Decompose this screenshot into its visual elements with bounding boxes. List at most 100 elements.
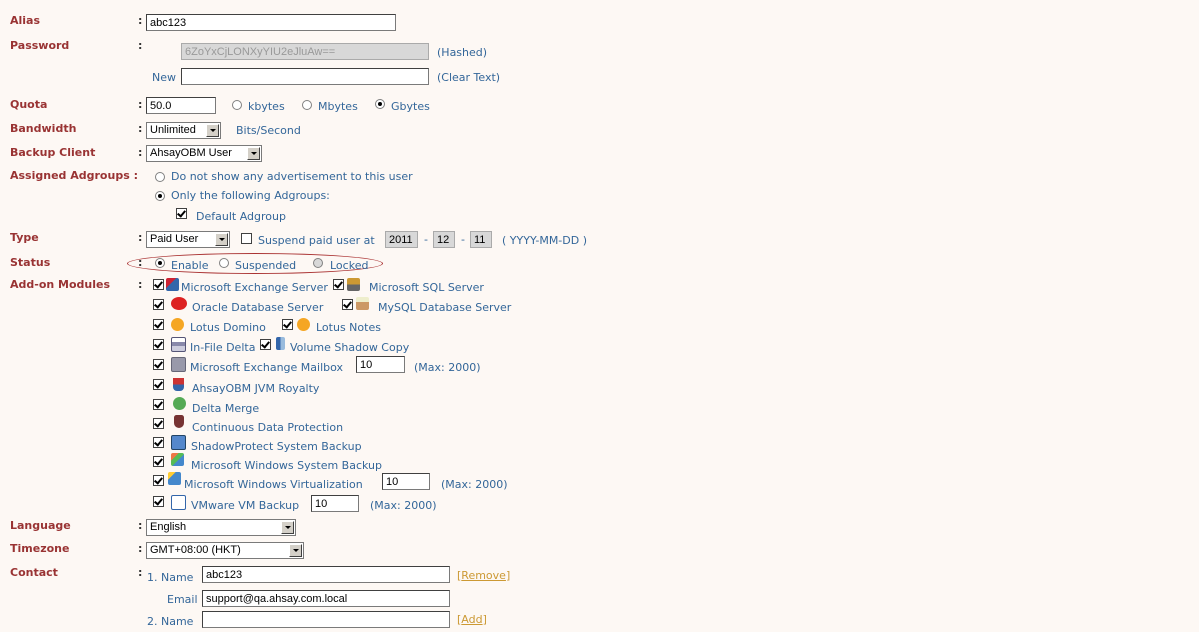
clear-text-note: (Clear Text) [437,71,501,84]
new-password-label: New [152,71,176,84]
adgroups-none-label: Do not show any advertisement to this us… [171,170,413,183]
chevron-down-icon [289,544,302,557]
module-vss-label: Volume Shadow Copy [290,341,410,354]
module-jvm-royalty-checkbox[interactable] [153,379,164,390]
contact-2-name-input[interactable] [202,611,450,628]
suspend-year-input[interactable]: 2011 [385,231,418,248]
status-locked-radio[interactable] [313,258,323,268]
suspend-month-input[interactable]: 12 [433,231,455,248]
contact-1-name-label: 1. Name [147,571,194,584]
bandwidth-select-value: Unlimited [150,124,196,136]
quota-unit-gbytes-radio[interactable] [375,99,385,109]
date-separator: - [461,233,465,246]
quota-unit-kbytes-label: kbytes [248,100,285,113]
status-suspended-radio[interactable] [219,258,229,268]
hyperv-count-input[interactable]: 10 [382,473,430,490]
status-label: Status [10,256,51,269]
alias-input[interactable]: abc123 [146,14,396,31]
backup-client-select-value: AhsayOBM User [150,147,232,159]
bracket: ] [482,613,487,626]
new-password-input[interactable] [181,68,429,85]
suspend-paid-checkbox[interactable] [241,233,252,244]
module-cdp-checkbox[interactable] [153,418,164,429]
module-mysql-label: MySQL Database Server [378,301,512,314]
chevron-down-icon [281,521,294,534]
module-oracle-checkbox[interactable] [153,299,164,310]
quota-unit-mbytes-label: Mbytes [318,100,358,113]
default-adgroup-checkbox[interactable] [176,208,187,219]
module-infile-delta-checkbox[interactable] [153,339,164,350]
bandwidth-unit: Bits/Second [236,124,301,137]
module-vss-checkbox[interactable] [260,339,271,350]
shadow-copy-icon [276,337,285,350]
quota-unit-gbytes-label: Gbytes [391,100,430,113]
module-delta-merge-label: Delta Merge [192,402,260,415]
contact-1-remove[interactable]: [Remove] [457,569,510,582]
colon: : [138,98,143,111]
contact-2-name-label: 2. Name [147,615,194,628]
quota-unit-kbytes-radio[interactable] [232,100,242,110]
vmware-count-input[interactable]: 10 [311,495,359,512]
oracle-icon [171,297,187,310]
addon-modules-label: Add-on Modules [10,278,111,291]
module-exchange-label: Microsoft Exchange Server [181,281,328,294]
colon: : [138,14,143,27]
type-label: Type [10,231,39,244]
timezone-label: Timezone [10,542,70,555]
module-mysql-checkbox[interactable] [342,299,353,310]
lotus-notes-icon [297,318,310,331]
java-icon [173,378,184,391]
module-cdp-label: Continuous Data Protection [192,421,344,434]
status-enable-label: Enable [171,259,209,272]
contact-1-name-input[interactable]: abc123 [202,566,450,583]
backup-client-select[interactable]: AhsayOBM User [146,145,262,162]
windows-backup-icon [171,453,184,466]
quota-input[interactable]: 50.0 [146,97,216,114]
date-separator: - [424,233,428,246]
language-select[interactable]: English [146,519,296,536]
contact-1-email-input[interactable]: support@qa.ahsay.com.local [202,590,450,607]
chevron-down-icon [215,233,228,246]
module-windows-backup-checkbox[interactable] [153,456,164,467]
module-hyperv-checkbox[interactable] [153,475,164,486]
module-lotus-domino-checkbox[interactable] [153,319,164,330]
default-adgroup-label: Default Adgroup [196,210,286,223]
language-select-value: English [150,521,187,533]
module-shadowprotect-checkbox[interactable] [153,437,164,448]
delta-icon [171,337,186,352]
assigned-adgroups-label: Assigned Adgroups : [10,169,138,182]
module-exchange-mailbox-checkbox[interactable] [153,359,164,370]
add-contact-link[interactable]: Add [461,613,482,626]
module-vmware-checkbox[interactable] [153,496,164,507]
alias-label: Alias [10,14,41,27]
exchange-mailbox-count-input[interactable]: 10 [356,356,405,373]
bandwidth-select[interactable]: Unlimited [146,122,221,139]
mysql-icon [356,297,369,310]
module-exchange-checkbox[interactable] [153,279,164,290]
timezone-select[interactable]: GMT+08:00 (HKT) [146,542,304,559]
status-locked-label: Locked [330,259,369,272]
contact-add[interactable]: [Add] [457,613,487,626]
colon: : [138,146,143,159]
colon: : [138,542,143,555]
status-enable-radio[interactable] [155,258,165,268]
colon: : [138,39,143,52]
adgroups-none-radio[interactable] [155,172,165,182]
adgroups-selected-radio[interactable] [155,191,165,201]
suspend-day-input[interactable]: 11 [470,231,492,248]
module-sql-checkbox[interactable] [333,279,344,290]
lotus-domino-icon [171,318,184,331]
module-sql-label: Microsoft SQL Server [369,281,484,294]
module-delta-merge-checkbox[interactable] [153,399,164,410]
module-lotus-notes-checkbox[interactable] [282,319,293,330]
module-hyperv-label: Microsoft Windows Virtualization [184,478,363,491]
remove-contact-link[interactable]: Remove [461,569,506,582]
adgroups-selected-label: Only the following Adgroups: [171,189,330,202]
shadowprotect-icon [171,435,186,450]
type-select[interactable]: Paid User [146,231,230,248]
quota-unit-mbytes-radio[interactable] [302,100,312,110]
date-format-hint: ( YYYY-MM-DD ) [502,234,588,247]
module-oracle-label: Oracle Database Server [192,301,324,314]
module-vmware-label: VMware VM Backup [191,499,300,512]
vmware-max: (Max: 2000) [370,499,437,512]
